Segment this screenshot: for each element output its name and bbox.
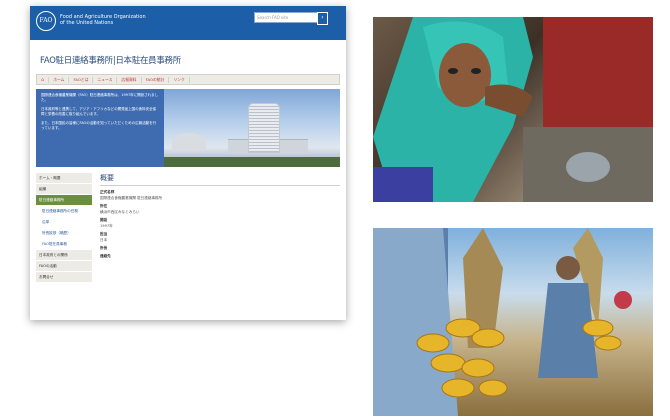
nav-item[interactable]: FAOとは [69,76,94,83]
field-label: 連絡先 [100,254,111,258]
fao-logo-icon[interactable]: FAO [36,11,56,31]
site-header: FAO Food and Agriculture Organization of… [30,6,346,40]
sidenav-item[interactable]: ホーム・概要 [36,173,92,184]
photo1-art [373,17,653,202]
sidenav-item[interactable]: お問合せ [36,272,92,283]
field-value: 横浜市西区みなとみらい [100,210,140,214]
photo2-art [373,228,632,416]
woman-headscarf-photo [373,17,653,202]
field-label: 所長 [100,246,108,250]
nav-item[interactable]: ホーム [49,76,70,83]
sidenav-item-active[interactable]: 駐日連絡事務所 [36,195,92,206]
corn-farmers-photo [373,228,653,416]
hero-section: 国際連合食糧農業機関（FAO）駐日連絡事務所は、1997年に開設されました。 日… [36,89,340,167]
field-label: 担当 [100,232,108,236]
side-navigation: ホーム・概要 組織 駐日連絡事務所 駐日連絡事務所の任務 沿革 所長挨拶（略歴）… [36,173,92,283]
sidenav-subitem[interactable]: 所長挨拶（略歴） [36,228,92,239]
hero-paragraph: また、日本国民の皆様にFAOの活動を知っていただくための広報活動を行っています。 [41,121,157,130]
sidenav-subitem[interactable]: 駐日連絡事務所の任務 [36,206,92,217]
nav-item[interactable]: 広報資料 [117,76,142,83]
sidenav-subitem[interactable]: FAO駐在員事務 [36,239,92,250]
fao-website-screenshot: FAO Food and Agriculture Organization of… [30,6,346,320]
page-title: FAO駐日連絡事務所|日本駐在員事務所 [40,55,181,65]
content-area: ホーム・概要 組織 駐日連絡事務所 駐日連絡事務所の任務 沿革 所長挨拶（略歴）… [36,173,340,283]
section-heading: 概要 [100,173,340,186]
field-value: 1997年 [100,224,113,228]
org-name: Food and Agriculture Organization of the… [60,14,146,26]
sidenav-subitem[interactable]: 沿革 [36,217,92,228]
field-value: 国際連合食糧農業機関 駐日連絡事務所 [100,196,163,200]
search-button[interactable]: › [317,12,328,25]
sidenav-item[interactable]: FAOの活動 [36,261,92,272]
trees-shape [164,157,340,167]
nav-item[interactable]: リンク [169,76,190,83]
dome-shape [172,133,206,151]
main-nav: ⌂ ホーム FAOとは ニュース 広報資料 FAOの統計 リンク [36,74,340,85]
field-label: 正式名称 [100,190,115,194]
sidenav-item[interactable]: 組織 [36,184,92,195]
field-label: 所在 [100,204,108,208]
tower-shape [248,103,280,153]
home-icon[interactable]: ⌂ [37,76,50,83]
hero-paragraph: 日本政府等と連携して、アジア・アフリカなどの開発途上国の食料安全保障と栄養の改善… [41,107,157,116]
nav-item[interactable]: FAOの統計 [142,76,170,83]
building-photo [164,89,340,167]
hero-paragraph: 国際連合食糧農業機関（FAO）駐日連絡事務所は、1997年に開設されました。 [41,93,159,102]
field-label: 開設 [100,218,108,222]
org-name-line2: of the United Nations [60,20,114,26]
sidenav-item[interactable]: 日本政府との関係 [36,250,92,261]
field-value: 日本 [100,238,108,242]
hero-text: 国際連合食糧農業機関（FAO）駐日連絡事務所は、1997年に開設されました。 日… [36,89,164,167]
search-input[interactable]: Search FAO site [254,12,318,23]
main-content: 概要 正式名称 国際連合食糧農業機関 駐日連絡事務所 所在 横浜市西区みなとみら… [92,173,340,283]
nav-item[interactable]: ニュース [93,76,118,83]
